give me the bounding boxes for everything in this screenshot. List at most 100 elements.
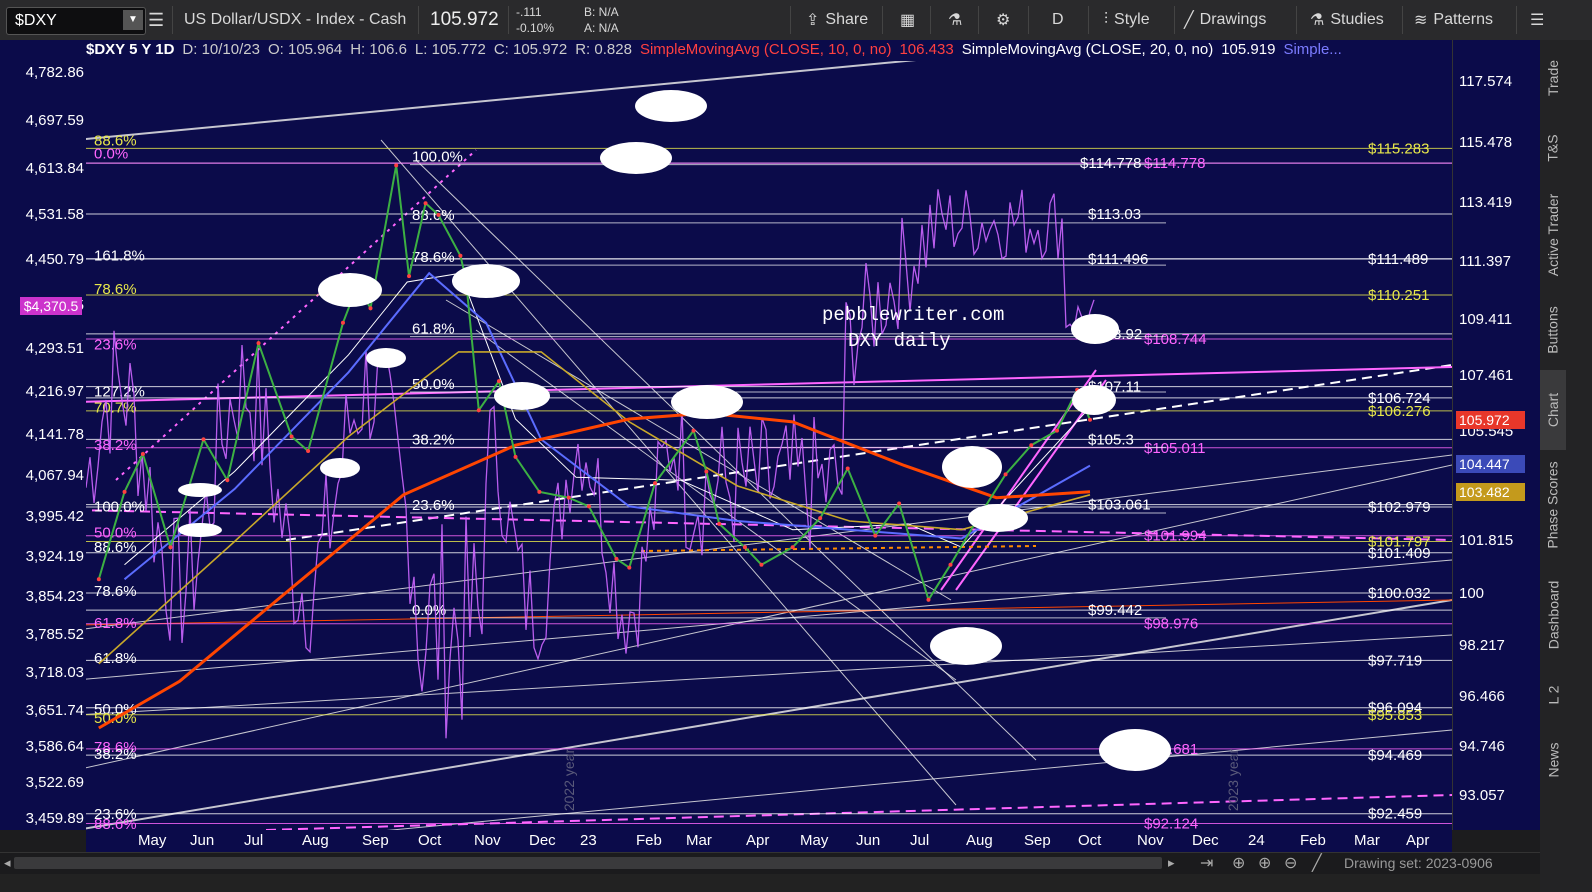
drawings-label: Drawings	[1199, 11, 1267, 28]
price-point	[256, 341, 261, 346]
level-label: $105.3	[1088, 431, 1134, 448]
sidebar-tab-t-s[interactable]: T&S	[1540, 116, 1566, 180]
price-point	[407, 274, 412, 279]
info-low: L: 105.772	[414, 41, 486, 58]
trend-line	[75, 59, 917, 141]
patterns-icon: ≋	[1414, 12, 1428, 29]
level-label: $95.853	[1368, 707, 1422, 724]
right-axis-tick: 98.217	[1459, 636, 1505, 654]
price-change-pct: -0.10%	[516, 21, 555, 35]
scroll-left-icon[interactable]: ◂	[4, 855, 11, 871]
level-label: $97.719	[1368, 652, 1422, 669]
fib-label: 61.8%	[94, 615, 137, 632]
annotation-oval	[600, 142, 672, 174]
price-point	[948, 562, 953, 567]
gear-icon[interactable]: ⚙	[996, 0, 1010, 40]
scroll-thumb[interactable]	[14, 857, 1162, 869]
right-price-axis[interactable]: 117.574 115.478 113.419 111.397 109.411 107.4…	[1452, 40, 1541, 830]
fib-label: 23.6%	[412, 497, 455, 514]
toolbar: $DXY ▼ ☰ US Dollar/USDX - Index - Cash 1…	[0, 0, 1592, 41]
sma20-label: SimpleMovingAvg (CLOSE, 20, 0, no)	[961, 41, 1214, 58]
chart-canvas[interactable]: $115.283$114.778 $114.778$113.03$111.496 $…	[75, 40, 1453, 841]
right-axis-tick: 115.478	[1459, 133, 1513, 151]
chart-area[interactable]: $115.283 $114.778 $114.778 $113.03 $111.496 $…	[75, 40, 1453, 841]
price-point	[289, 434, 294, 439]
drawing-set[interactable]: Drawing set: 2023-0906	[1344, 855, 1493, 871]
trend-line-magenta	[75, 366, 1453, 403]
more-studies[interactable]: Simple...	[1283, 41, 1341, 61]
sidebar-tab-news[interactable]: News	[1540, 720, 1566, 800]
sidebar-tab-label: Active Trader	[1545, 193, 1562, 277]
studies-button[interactable]: ⚗ Studies	[1310, 0, 1384, 40]
sidebar-tab-chart[interactable]: Chart	[1540, 370, 1566, 450]
annotation-oval	[1099, 729, 1171, 771]
level-label: $105.011	[1144, 440, 1205, 457]
left-price-axis[interactable]: 4,782.86 4,697.59 4,613.84 4,531.58 4,450.79…	[0, 40, 87, 830]
sidebar-tab-active-trader[interactable]: Active Trader	[1540, 180, 1566, 290]
price-point	[691, 428, 696, 433]
time-axis[interactable]: May Jun Jul Aug Sep Oct Nov Dec 23 Feb Mar Apr May Ju…	[86, 830, 1452, 852]
watermark-line: DXY daily	[848, 330, 951, 352]
sidebar-tab-l-2[interactable]: L 2	[1540, 670, 1566, 720]
sidebar-tab-label: Phase Scores	[1545, 461, 1562, 549]
chart-scrollbar[interactable]: ◂ ▸ ⇥ ⊕ ⊕ ⊖ ╱ Drawing set: 2023-0906	[0, 852, 1540, 875]
annotation-oval	[942, 446, 1002, 488]
scroll-end-icon[interactable]: ⇥	[1200, 853, 1213, 873]
sidebar-tab-buttons[interactable]: Buttons	[1540, 290, 1566, 370]
level-label: $115.283	[1368, 140, 1429, 157]
sidebar-tab-dashboard[interactable]: Dashboard	[1540, 560, 1566, 670]
right-axis-tick: 100	[1459, 584, 1485, 602]
price-point	[742, 545, 747, 550]
chevron-down-icon[interactable]: ▼	[123, 10, 143, 30]
menu-icon[interactable]: ☰	[148, 0, 164, 40]
scroll-right-icon[interactable]: ▸	[1168, 855, 1175, 871]
time-axis-tick: Sep	[1024, 832, 1051, 849]
fib-label: 100.0%	[412, 149, 463, 166]
style-button[interactable]: ⫶ Style	[1104, 0, 1150, 40]
trend-line-red	[75, 599, 1453, 626]
level-label: $101.409	[1368, 545, 1431, 562]
fib-label: 61.8%	[412, 321, 455, 338]
price-point	[818, 516, 823, 521]
drawing-tool-icon[interactable]: ╱	[1312, 853, 1322, 873]
symbol-input[interactable]: $DXY ▼	[6, 7, 146, 35]
time-axis-tick: Nov	[1137, 832, 1164, 849]
period-label: 2022 year	[561, 749, 577, 812]
level-label: $102.979	[1368, 499, 1431, 516]
left-axis-tick: 4,531.58	[25, 205, 84, 223]
hamburger-icon[interactable]: ☰	[1530, 0, 1544, 40]
left-axis-tick: 3,586.64	[25, 738, 84, 756]
patterns-button[interactable]: ≋ Patterns	[1414, 0, 1493, 40]
level-label: $114.778	[1080, 155, 1141, 172]
period-button[interactable]: D	[1052, 0, 1064, 40]
annotation-oval	[671, 385, 743, 419]
zoom-in-icon[interactable]: ⊕	[1258, 853, 1271, 873]
trend-line	[285, 729, 1453, 841]
level-label: $111.489	[1368, 251, 1428, 268]
crosshair-icon[interactable]: ⊕	[1232, 853, 1245, 873]
flask-icon-studies: ⚗	[1310, 12, 1325, 29]
annotation-oval	[178, 483, 222, 497]
share-button[interactable]: ⇪ Share	[806, 0, 868, 40]
right-axis-tick: 93.057	[1459, 787, 1505, 805]
info-open: O: 105.964	[267, 41, 343, 58]
right-axis-tick: 94.746	[1459, 738, 1505, 756]
flexible-grid-icon[interactable]: ▦	[900, 0, 915, 40]
flask-icon[interactable]: ⚗	[948, 0, 962, 40]
price-point	[340, 320, 345, 325]
drawings-button[interactable]: ╱ Drawings	[1184, 0, 1266, 40]
zoom-out-icon[interactable]: ⊖	[1284, 853, 1297, 873]
price-point	[436, 212, 441, 217]
sidebar-tab-phase-scores[interactable]: Phase Scores	[1540, 450, 1566, 560]
time-axis-tick: Jun	[190, 832, 215, 849]
price-point	[537, 489, 542, 494]
right-axis-tick: 117.574	[1459, 72, 1513, 90]
time-axis-tick: Aug	[966, 832, 993, 849]
price-point	[1029, 443, 1034, 448]
price-point	[652, 481, 657, 486]
price-point	[168, 545, 173, 550]
sidebar-tab-trade[interactable]: Trade	[1540, 40, 1566, 116]
time-axis-tick: Dec	[1192, 832, 1219, 849]
trend-line	[75, 634, 1453, 716]
time-axis-tick: Feb	[636, 832, 662, 849]
